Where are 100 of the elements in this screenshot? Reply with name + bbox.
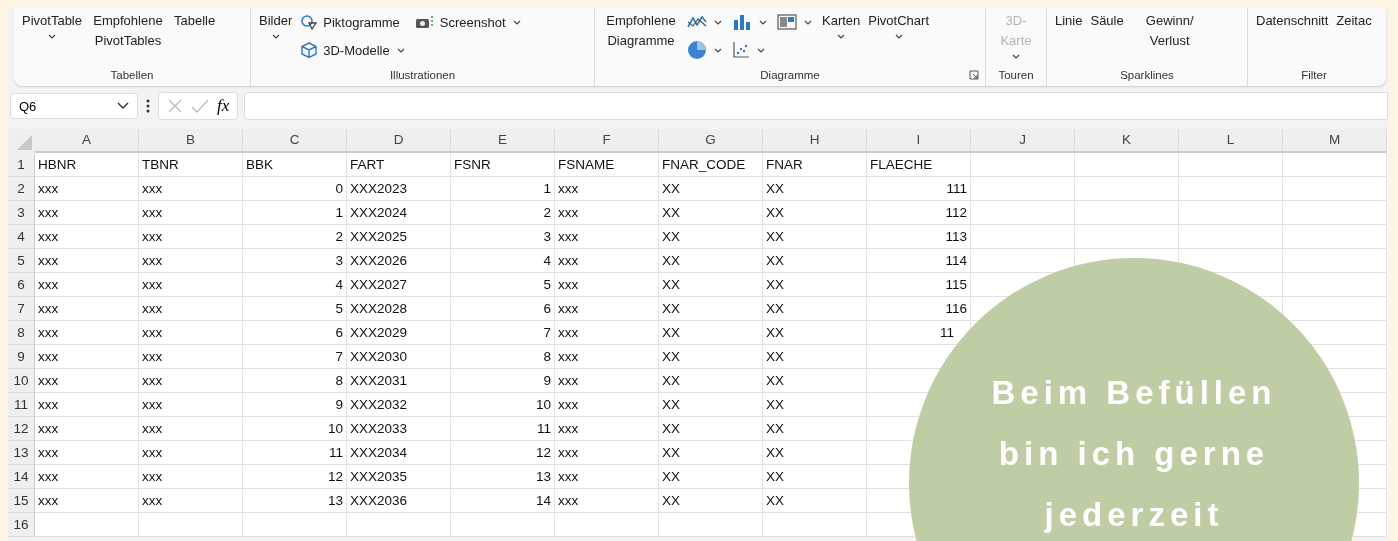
table-cell: xxx — [139, 273, 243, 297]
column-header[interactable]: B — [139, 129, 243, 153]
row-header[interactable]: 9 — [8, 345, 35, 369]
table-cell: 112 — [867, 201, 971, 225]
table-cell: XX — [763, 273, 867, 297]
ribbon-button[interactable]: Empfohlene PivotTables — [88, 10, 168, 52]
ribbon-button[interactable]: Screenshot — [412, 10, 525, 34]
table-cell: XX — [659, 441, 763, 465]
table-cell: XX — [763, 417, 867, 441]
table-cell: XXX2035 — [347, 465, 451, 489]
table-cell: xxx — [35, 201, 139, 225]
row-header[interactable]: 16 — [8, 513, 35, 537]
column-header[interactable]: M — [1283, 129, 1387, 153]
row-header[interactable]: 15 — [8, 489, 35, 513]
row-header[interactable]: 13 — [8, 441, 35, 465]
table-cell: xxx — [139, 489, 243, 513]
table-cell: 11 — [243, 441, 347, 465]
column-header[interactable]: E — [451, 129, 555, 153]
table-cell: 13 — [243, 489, 347, 513]
table-cell: 10 — [451, 393, 555, 417]
column-header[interactable]: A — [35, 129, 139, 153]
row-header[interactable]: 8 — [8, 321, 35, 345]
table-cell: xxx — [555, 201, 659, 225]
table-cell: 3 — [451, 225, 555, 249]
column-header[interactable]: G — [659, 129, 763, 153]
column-header[interactable]: H — [763, 129, 867, 153]
table-cell: XX — [763, 345, 867, 369]
row-header[interactable]: 14 — [8, 465, 35, 489]
table-cell: XX — [659, 345, 763, 369]
row-header[interactable]: 1 — [8, 153, 35, 177]
column-header[interactable]: K — [1075, 129, 1179, 153]
table-cell: 7 — [451, 321, 555, 345]
ribbon-button[interactable]: Datenschnitt — [1254, 10, 1331, 32]
table-cell: 3 — [243, 249, 347, 273]
column-header[interactable]: J — [971, 129, 1075, 153]
table-cell: 9 — [243, 393, 347, 417]
row-header[interactable]: 4 — [8, 225, 35, 249]
table-cell: xxx — [555, 369, 659, 393]
ribbon-button[interactable]: Karten — [820, 10, 863, 43]
table-cell: xxx — [35, 249, 139, 273]
ribbon-button[interactable]: Linie — [1053, 10, 1085, 32]
table-cell: xxx — [139, 441, 243, 465]
table-cell: 4 — [243, 273, 347, 297]
ribbon-button[interactable]: Piktogramme — [298, 10, 409, 34]
table-cell: 4 — [451, 249, 555, 273]
table-cell: XXX2034 — [347, 441, 451, 465]
table-cell: FSNAME — [555, 153, 659, 177]
table-cell: XXX2023 — [347, 177, 451, 201]
table-cell: XXX2027 — [347, 273, 451, 297]
table-cell: 8 — [451, 345, 555, 369]
table-cell: 0 — [243, 177, 347, 201]
table-cell: 6 — [243, 321, 347, 345]
caret-icon — [117, 102, 129, 110]
table-cell: XX — [659, 489, 763, 513]
ribbon-button[interactable]: Empfohlene Diagramme — [601, 10, 681, 52]
table-cell: XXX2031 — [347, 369, 451, 393]
table-cell: XXX2036 — [347, 489, 451, 513]
table-cell: XXX2025 — [347, 225, 451, 249]
ribbon-button[interactable]: PivotTable — [20, 10, 84, 43]
column-header[interactable]: C — [243, 129, 347, 153]
table-cell: xxx — [555, 225, 659, 249]
table-cell: TBNR — [139, 153, 243, 177]
row-header[interactable]: 12 — [8, 417, 35, 441]
table-cell: 111 — [867, 177, 971, 201]
function-button[interactable]: fx — [217, 96, 230, 116]
row-header[interactable]: 5 — [8, 249, 35, 273]
row-header[interactable]: 6 — [8, 273, 35, 297]
more-icon — [146, 99, 150, 113]
row-header[interactable]: 2 — [8, 177, 35, 201]
formula-input[interactable] — [244, 92, 1388, 120]
table-cell: FLAECHE — [867, 153, 971, 177]
column-header[interactable]: I — [867, 129, 971, 153]
pie-chart-icon — [687, 40, 707, 60]
table-cell: XX — [659, 297, 763, 321]
row-header[interactable]: 7 — [8, 297, 35, 321]
ribbon-button[interactable]: Zeitac — [1334, 10, 1374, 32]
table-cell: 14 — [451, 489, 555, 513]
column-header[interactable]: F — [555, 129, 659, 153]
row-header[interactable]: 10 — [8, 369, 35, 393]
ribbon-button[interactable]: Bilder — [257, 10, 295, 43]
ribbon-button[interactable]: Gewinn/ Verlust — [1129, 10, 1210, 52]
table-cell: xxx — [35, 273, 139, 297]
column-header[interactable]: L — [1179, 129, 1283, 153]
group-label: Sparklines — [1120, 69, 1174, 81]
ribbon-button[interactable]: Säule — [1088, 10, 1126, 32]
ribbon-button[interactable]: PivotChart — [866, 10, 931, 43]
table-cell: xxx — [139, 249, 243, 273]
table-cell: xxx — [555, 489, 659, 513]
table-cell: XX — [763, 249, 867, 273]
table-cell: 2 — [451, 201, 555, 225]
column-header[interactable]: D — [347, 129, 451, 153]
table-cell: xxx — [555, 441, 659, 465]
row-header[interactable]: 11 — [8, 393, 35, 417]
ribbon-button[interactable]: 3D-Modelle — [298, 38, 409, 62]
table-cell: xxx — [139, 393, 243, 417]
name-box[interactable]: Q6 — [10, 93, 138, 119]
table-cell: 9 — [451, 369, 555, 393]
table-cell: XX — [659, 225, 763, 249]
row-header[interactable]: 3 — [8, 201, 35, 225]
ribbon-button[interactable]: Tabelle — [172, 10, 218, 32]
